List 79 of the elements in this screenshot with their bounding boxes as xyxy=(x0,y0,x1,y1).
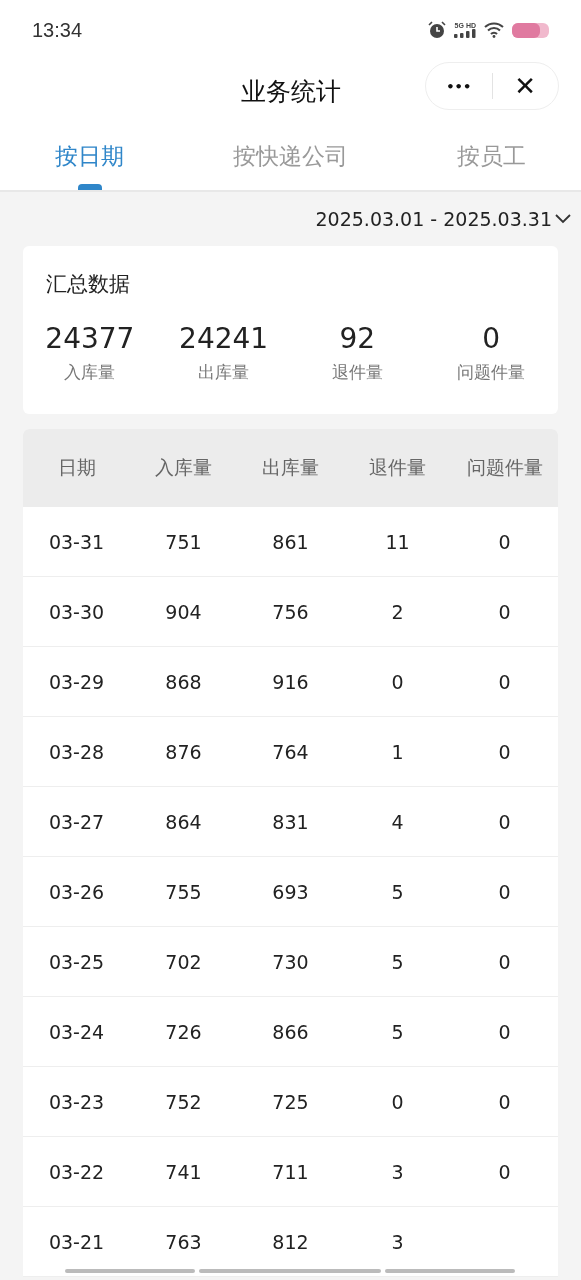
column-header: 退件量 xyxy=(368,455,427,480)
stat-label: 入库量 xyxy=(64,361,116,384)
table-cell-text: 726 xyxy=(164,1020,203,1043)
table-cell-text: 5 xyxy=(390,950,405,973)
table-cell-text: 03-29 xyxy=(47,670,106,693)
table-cell-text: 03-27 xyxy=(47,810,106,833)
table-cell-text: 03-28 xyxy=(47,740,106,763)
signal-icon xyxy=(454,29,476,38)
table-cell-text: 03-23 xyxy=(47,1090,106,1113)
table-cell-text: 5 xyxy=(390,880,405,903)
stat-label: 出库量 xyxy=(198,361,250,384)
status-time: 13:34 xyxy=(32,18,83,42)
table-cell-text: 702 xyxy=(164,950,203,973)
table-cell-text: 756 xyxy=(271,600,310,623)
table-cell-text: 868 xyxy=(164,670,203,693)
column-header: 日期 xyxy=(56,455,97,480)
table-cell-text: 03-22 xyxy=(47,1160,106,1183)
column-header: 入库量 xyxy=(154,455,213,480)
table-cell-text: 866 xyxy=(271,1020,310,1043)
column-header: 出库量 xyxy=(261,455,320,480)
table-cell-text: 03-30 xyxy=(47,600,106,623)
battery-icon xyxy=(512,22,549,38)
page-title: 业务统计 xyxy=(240,75,341,108)
table-cell-text: 741 xyxy=(164,1160,203,1183)
table-cell-text: 752 xyxy=(164,1090,203,1113)
chevron-down-icon xyxy=(554,213,572,225)
table-cell-text: 1 xyxy=(390,740,405,763)
column-header: 问题件量 xyxy=(465,455,544,480)
table-cell-text: 864 xyxy=(164,810,203,833)
table-cell-text: 831 xyxy=(271,810,310,833)
more-button[interactable]: ••• xyxy=(426,78,492,94)
table-cell-text: 0 xyxy=(390,1090,405,1113)
card-title: 汇总数据 xyxy=(46,271,130,298)
table-cell-text: 3 xyxy=(390,1160,405,1183)
table-cell-text: 693 xyxy=(271,880,310,903)
table-cell-text: 0 xyxy=(497,740,512,763)
table-cell-text: 812 xyxy=(271,1230,310,1253)
table-cell-text: 0 xyxy=(497,670,512,693)
stat-value: 92 xyxy=(339,322,376,355)
table-cell-text: 03-21 xyxy=(47,1230,106,1253)
table-cell-text: 0 xyxy=(497,810,512,833)
table-cell-text: 763 xyxy=(164,1230,203,1253)
table-cell-text: 0 xyxy=(390,670,405,693)
table-cell-text: 3 xyxy=(390,1230,405,1253)
table-cell-text: 0 xyxy=(497,1160,512,1183)
table-cell-text: 711 xyxy=(271,1160,310,1183)
alarm-clock-icon xyxy=(428,21,446,39)
table-cell-text: 876 xyxy=(164,740,203,763)
table-cell-text: 730 xyxy=(271,950,310,973)
stat-value: 24241 xyxy=(179,322,269,355)
table-cell-text: 03-26 xyxy=(47,880,106,903)
table-cell-text: 861 xyxy=(271,530,310,553)
table-cell-text: 11 xyxy=(384,530,411,553)
table-cell-text: 0 xyxy=(497,880,512,903)
tab[interactable]: 按日期 xyxy=(0,122,165,190)
wifi-icon xyxy=(484,22,504,38)
table-cell-text: 4 xyxy=(390,810,405,833)
table-cell-text: 2 xyxy=(390,600,405,623)
stat-value: 24377 xyxy=(45,322,135,355)
table-cell-text: 751 xyxy=(164,530,203,553)
table-cell-text: 904 xyxy=(164,600,203,623)
table-cell-text: 0 xyxy=(497,950,512,973)
table-cell-text: 0 xyxy=(497,530,512,553)
table-cell-text: 0 xyxy=(497,1090,512,1113)
table-cell-text: 0 xyxy=(497,600,512,623)
stat-label: 问题件量 xyxy=(457,361,526,384)
table-cell-text: 725 xyxy=(271,1090,310,1113)
table-cell-text: 5 xyxy=(390,1020,405,1043)
stat-value: 0 xyxy=(482,322,501,355)
table-cell-text: 0 xyxy=(497,1020,512,1043)
table-cell-text: 03-31 xyxy=(47,530,106,553)
table-cell-text: 03-24 xyxy=(47,1020,106,1043)
table-cell-text: 03-25 xyxy=(47,950,106,973)
stat-label: 退件量 xyxy=(331,361,383,384)
date-range-picker[interactable]: 2025.03.01 - 2025.03.31 xyxy=(315,208,572,230)
table-cell-text: 755 xyxy=(164,880,203,903)
table-cell-text: 916 xyxy=(271,670,310,693)
table-cell-text: 764 xyxy=(271,740,310,763)
close-button[interactable]: ✕ xyxy=(492,71,558,101)
